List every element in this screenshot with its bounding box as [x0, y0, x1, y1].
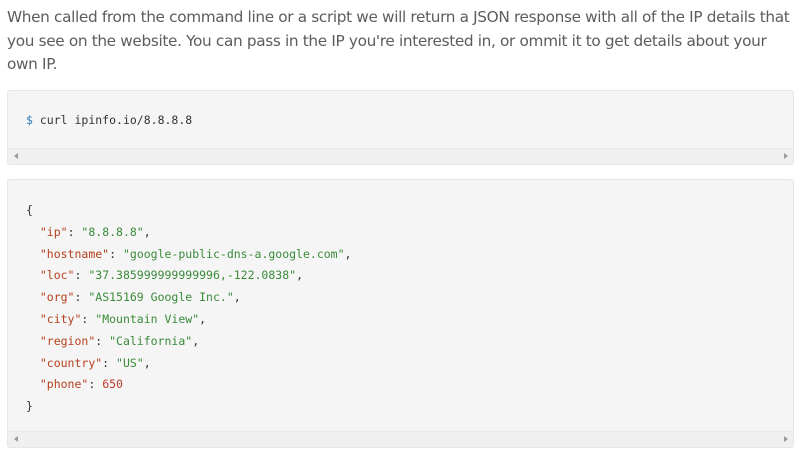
json-value: "Mountain View"	[95, 311, 200, 326]
scroll-right-arrow-icon[interactable]	[784, 153, 788, 159]
json-key: "region"	[39, 333, 96, 348]
json-field-line: "loc": "37.385999999999996,-122.0838",	[39, 268, 303, 283]
json-separator: ,	[143, 224, 151, 239]
json-key: "country"	[39, 355, 103, 370]
json-value: "AS15169 Google Inc."	[88, 290, 234, 305]
json-field-line: "hostname": "google-public-dns-a.google.…	[39, 246, 352, 261]
json-value: "google-public-dns-a.google.com"	[122, 246, 345, 261]
json-field-line: "phone": 650	[39, 377, 123, 392]
json-response: { "ip": "8.8.8.8", "hostname": "google-p…	[26, 200, 351, 418]
json-field-line: "ip": "8.8.8.8",	[39, 224, 151, 239]
scroll-left-arrow-icon[interactable]	[14, 436, 18, 442]
json-key: "org"	[39, 290, 75, 305]
json-key: "phone"	[39, 377, 89, 392]
horizontal-scrollbar[interactable]	[8, 148, 793, 164]
json-value: "8.8.8.8"	[81, 224, 144, 239]
json-field-line: "region": "California",	[39, 333, 200, 348]
json-key: "ip"	[39, 224, 68, 239]
json-separator: ,	[192, 333, 200, 348]
json-separator: ,	[344, 246, 352, 261]
json-separator: ,	[199, 311, 207, 326]
json-separator: ,	[296, 268, 303, 283]
json-response-code-block: { "ip": "8.8.8.8", "hostname": "google-p…	[7, 179, 794, 448]
command-text: curl ipinfo.io/8.8.8.8	[39, 113, 193, 127]
intro-paragraph: When called from the command line or a s…	[7, 8, 790, 73]
json-field-line: "country": "US",	[39, 355, 151, 370]
json-key: "loc"	[39, 268, 75, 283]
json-value: "37.385999999999996,-122.0838"	[88, 268, 297, 283]
json-fields: "ip": "8.8.8.8", "hostname": "google-pub…	[26, 224, 352, 392]
command-line: $ curl ipinfo.io/8.8.8.8	[26, 111, 192, 129]
json-value: "US"	[116, 355, 144, 370]
json-key: "city"	[39, 311, 82, 326]
json-key: "hostname"	[39, 246, 110, 261]
json-close-brace: }	[26, 399, 33, 414]
json-separator: ,	[143, 355, 151, 370]
json-value: "California"	[109, 333, 193, 348]
command-code-block: $ curl ipinfo.io/8.8.8.8	[7, 90, 794, 165]
json-separator: ,	[233, 290, 241, 305]
horizontal-scrollbar[interactable]	[8, 431, 793, 447]
json-open-brace: {	[26, 203, 33, 217]
shell-prompt: $	[26, 113, 33, 127]
scroll-left-arrow-icon[interactable]	[14, 153, 18, 159]
json-field-line: "city": "Mountain View",	[39, 311, 207, 326]
scroll-right-arrow-icon[interactable]	[784, 436, 788, 442]
json-value: 650	[102, 377, 123, 392]
json-field-line: "org": "AS15169 Google Inc.",	[39, 290, 241, 305]
